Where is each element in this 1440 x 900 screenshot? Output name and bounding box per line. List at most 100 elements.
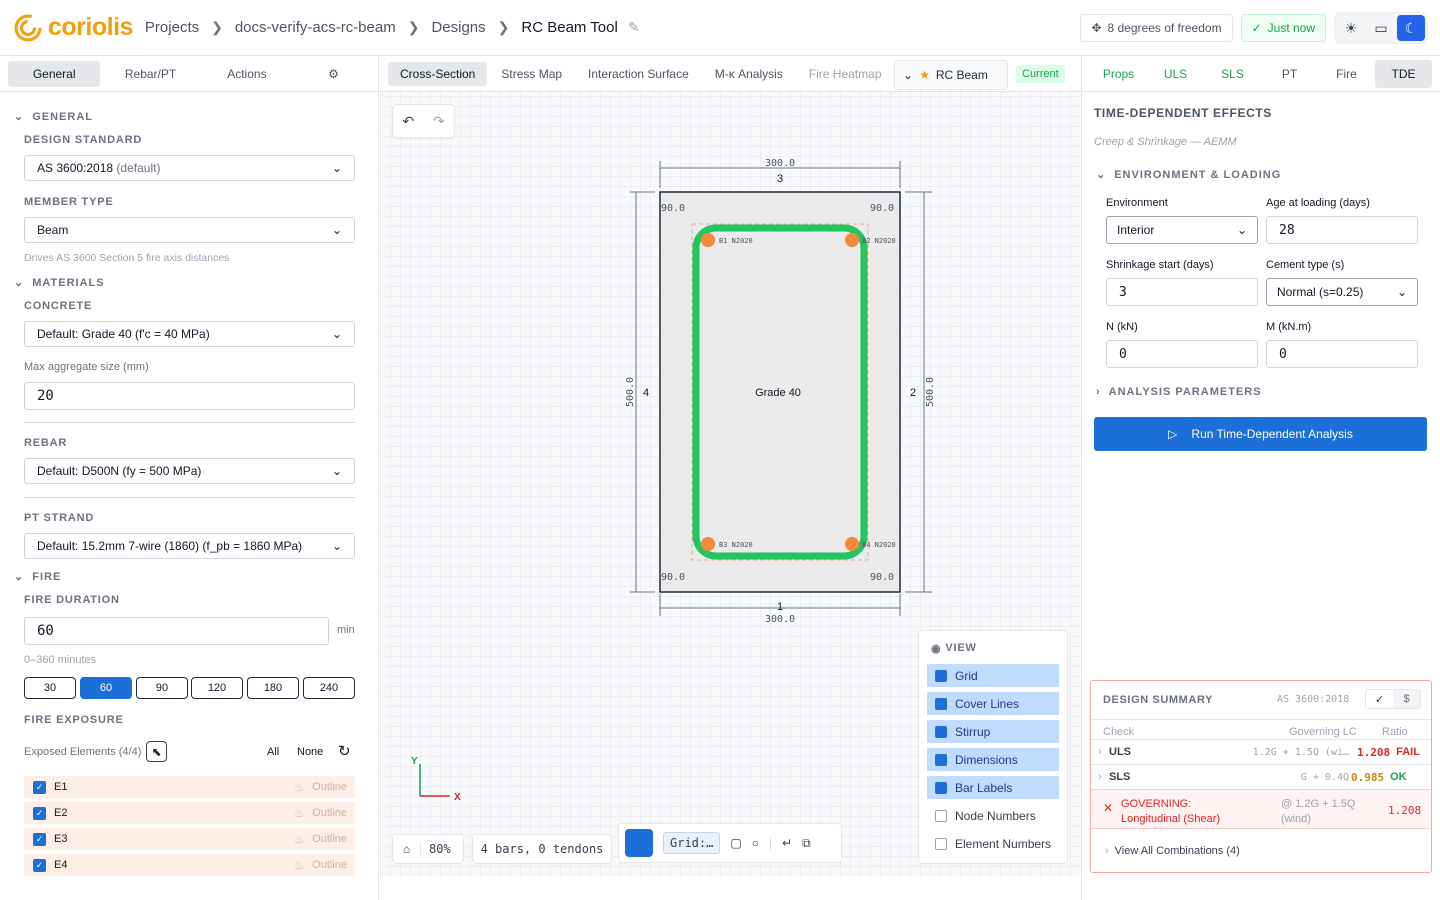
view-toggle-label: Cover Lines (955, 696, 1020, 711)
pointer-select-icon[interactable]: ⬉ (146, 741, 167, 762)
element-row[interactable]: ✓ E3 ♨ Outline (24, 828, 355, 850)
rebar-b4[interactable] (845, 537, 859, 551)
fire-duration-input[interactable]: 60 (24, 617, 329, 645)
shrinkage-input[interactable]: 3 (1106, 278, 1258, 306)
view-toggle-cover-lines[interactable]: Cover Lines (927, 692, 1059, 715)
rebar-b1[interactable] (701, 233, 715, 247)
member-type-select[interactable]: Beam ⌄ (24, 217, 355, 243)
element-mode[interactable]: Outline (312, 859, 347, 871)
tab-actions[interactable]: Actions (201, 61, 293, 87)
view-toggle-bar-labels[interactable]: Bar Labels (927, 776, 1059, 799)
circle-tool-icon[interactable]: ○ (752, 836, 759, 850)
breadcrumb-designs[interactable]: Designs (431, 19, 485, 36)
moon-icon[interactable]: ☾ (1397, 15, 1425, 41)
tab-tde[interactable]: TDE (1375, 59, 1432, 88)
pt-strand-select[interactable]: Default: 15.2mm 7-wire (1860) (f_pb = 18… (24, 533, 355, 559)
view-all-combinations[interactable]: › View All Combinations (4) (1105, 845, 1240, 857)
m-input[interactable]: 0 (1266, 340, 1418, 368)
section-general[interactable]: ⌄ GENERAL (14, 110, 93, 124)
fire-preset-240[interactable]: 240 (303, 677, 355, 699)
element-name: E1 (54, 781, 68, 793)
checkbox-checked-icon[interactable]: ✓ (33, 780, 46, 794)
design-standard-select[interactable]: AS 3600:2018 (default) ⌄ (24, 155, 355, 181)
run-analysis-button[interactable]: ▷ Run Time-Dependent Analysis (1094, 417, 1427, 451)
n-input[interactable]: 0 (1106, 340, 1258, 368)
rebar-b2[interactable] (845, 233, 859, 247)
age-input[interactable]: 28 (1266, 216, 1418, 244)
monitor-icon[interactable]: ▭ (1367, 15, 1395, 41)
summary-row-uls[interactable]: › ULS 1.2G + 1.5Q (wi… 1.208 FAIL (1091, 739, 1431, 764)
checkbox-checked-icon[interactable]: ✓ (33, 858, 46, 872)
element-mode[interactable]: Outline (312, 807, 347, 819)
rebar-select[interactable]: Default: D500N (fy = 500 MPa) ⌄ (24, 458, 355, 484)
breadcrumb-projects[interactable]: Projects (145, 19, 199, 36)
select-all-button[interactable]: All (267, 746, 279, 758)
rebar-b3[interactable] (701, 537, 715, 551)
checkbox-checked-icon[interactable]: ✓ (33, 806, 46, 820)
grid-snap-select[interactable]: Grid:… (663, 832, 721, 854)
tab-cross-section[interactable]: Cross-Section (388, 61, 488, 86)
view-title-label: VIEW (945, 642, 977, 654)
reset-icon[interactable]: ↻ (338, 742, 351, 760)
sun-icon[interactable]: ☀ (1337, 15, 1365, 41)
tab-fire[interactable]: Fire (1318, 60, 1375, 88)
rect-tool-icon[interactable]: ▢ (730, 836, 741, 850)
logo[interactable]: coriolis (14, 13, 133, 42)
tab-pt[interactable]: PT (1261, 60, 1318, 88)
chevron-down-icon: ⌄ (1096, 169, 1107, 181)
view-toggle-stirrup[interactable]: Stirrup (927, 720, 1059, 743)
pencil-icon[interactable]: ✎ (628, 19, 640, 36)
tab-stress-map[interactable]: Stress Map (489, 62, 574, 86)
view-toggle-node-numbers[interactable]: Node Numbers (927, 804, 1059, 827)
governing-ratio: 1.208 (1388, 804, 1422, 817)
redo-icon[interactable]: ↷ (433, 113, 445, 130)
fire-preset-120[interactable]: 120 (191, 677, 243, 699)
fit-view-icon[interactable]: ⧉ (802, 836, 811, 851)
tab-rebar-pt[interactable]: Rebar/PT (104, 61, 196, 87)
canvas-area[interactable]: Cross-Section Stress Map Interaction Sur… (380, 56, 1080, 876)
tab-fire-heatmap[interactable]: Fire Heatmap (797, 62, 894, 86)
check-icon[interactable]: ✓ (1366, 690, 1393, 708)
view-toggle-dimensions[interactable]: Dimensions (927, 748, 1059, 771)
select-tool-icon[interactable] (625, 829, 653, 857)
cross-section-drawing[interactable]: 300.0 300.0 500.0 500.0 90.0 90.0 90.0 9… (600, 136, 960, 646)
element-row[interactable]: ✓ E1 ♨ Outline (24, 776, 355, 798)
fire-preset-180[interactable]: 180 (247, 677, 299, 699)
section-analysis-params[interactable]: › ANALYSIS PARAMETERS (1096, 386, 1262, 398)
summary-currency-button[interactable]: $ (1393, 690, 1420, 708)
fire-preset-60[interactable]: 60 (80, 677, 132, 699)
tab-props[interactable]: Props (1090, 60, 1147, 88)
gear-icon[interactable]: ⚙ (297, 61, 370, 87)
tab-uls[interactable]: ULS (1147, 60, 1204, 88)
element-mode[interactable]: Outline (312, 781, 347, 793)
undo-icon[interactable]: ↶ (402, 113, 414, 130)
beam-selector[interactable]: ⌄ ★ RC Beam (894, 60, 1008, 90)
tab-sls[interactable]: SLS (1204, 60, 1261, 88)
aggregate-input[interactable]: 20 (24, 382, 355, 410)
governing-row[interactable]: ✕ GOVERNING: Longitudinal (Shear) @ 1.2G… (1091, 789, 1431, 829)
select-none-button[interactable]: None (297, 746, 323, 758)
section-materials[interactable]: ⌄ MATERIALS (14, 276, 105, 290)
view-toggle-element-numbers[interactable]: Element Numbers (927, 832, 1059, 855)
tab-interaction-surface[interactable]: Interaction Surface (576, 62, 701, 86)
section-environment[interactable]: ⌄ ENVIRONMENT & LOADING (1096, 168, 1281, 182)
checkbox-checked-icon[interactable]: ✓ (33, 832, 46, 846)
view-toggle-grid[interactable]: Grid (927, 664, 1059, 687)
element-row[interactable]: ✓ E2 ♨ Outline (24, 802, 355, 824)
enter-icon[interactable]: ↵ (782, 836, 792, 850)
tab-general[interactable]: General (8, 60, 101, 87)
section-fire[interactable]: ⌄ FIRE (14, 570, 61, 584)
element-mode[interactable]: Outline (312, 833, 347, 845)
home-icon[interactable]: ⌂ (393, 842, 421, 856)
zoom-level[interactable]: 80% (421, 842, 451, 856)
dof-badge[interactable]: ✥ 8 degrees of freedom (1080, 14, 1233, 42)
cement-select[interactable]: Normal (s=0.25) ⌄ (1266, 278, 1418, 306)
fire-preset-30[interactable]: 30 (24, 677, 76, 699)
element-row[interactable]: ✓ E4 ♨ Outline (24, 854, 355, 876)
breadcrumb-project[interactable]: docs-verify-acs-rc-beam (235, 19, 396, 36)
summary-row-sls[interactable]: › SLS G + 0.4Q 0.985 OK (1091, 764, 1431, 789)
tab-m-k-analysis[interactable]: M-κ Analysis (703, 62, 795, 86)
environment-select[interactable]: Interior ⌄ (1106, 216, 1258, 244)
fire-preset-90[interactable]: 90 (136, 677, 188, 699)
concrete-select[interactable]: Default: Grade 40 (f'c = 40 MPa) ⌄ (24, 321, 355, 347)
